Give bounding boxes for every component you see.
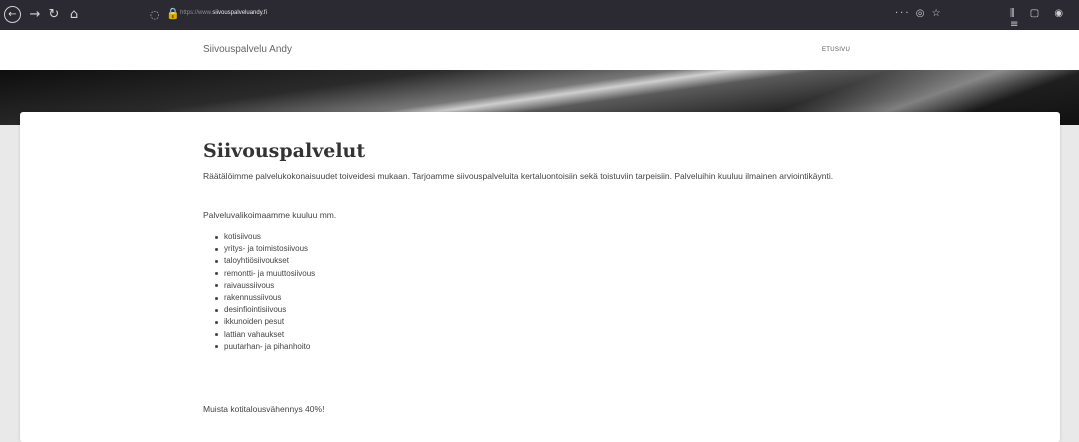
browser-toolbar: ← → ↻ ⌂ ◌ 🔒 https://www.siivouspalveluan… xyxy=(0,0,1079,30)
lock-icon[interactable]: 🔒 xyxy=(166,7,180,20)
site-header: Siivouspalvelu Andy ETUSIVU xyxy=(0,30,1079,70)
page-actions-icons[interactable]: ··· ◎ ☆ xyxy=(895,8,943,19)
list-item: kotisiivous xyxy=(215,231,315,243)
url-prefix: https://www. xyxy=(180,10,213,16)
list-item: remontti- ja muuttosiivous xyxy=(215,268,315,280)
home-icon[interactable]: ⌂ xyxy=(65,7,83,22)
services-lead: Palveluvalikoimaamme kuuluu mm. xyxy=(203,210,337,220)
list-item: puutarhan- ja pihanhoito xyxy=(215,341,315,353)
url-domain: siivouspalveluandy.fi xyxy=(212,10,267,16)
forward-arrow-icon[interactable]: → xyxy=(26,7,44,22)
list-item: rakennussiivous xyxy=(215,292,315,304)
intro-paragraph: Räätälöimme palvelukokonaisuudet toiveid… xyxy=(203,171,834,181)
list-item: yritys- ja toimistosiivous xyxy=(215,243,315,255)
services-list: kotisiivous yritys- ja toimistosiivous t… xyxy=(215,231,315,353)
site-brand[interactable]: Siivouspalvelu Andy xyxy=(203,44,292,55)
back-arrow-icon[interactable]: ← xyxy=(4,6,21,23)
list-item: ikkunoiden pesut xyxy=(215,316,315,328)
address-url[interactable]: https://www.siivouspalveluandy.fi xyxy=(180,10,267,16)
tax-deduction-note: Muista kotitalousvähennys 40%! xyxy=(203,404,325,414)
list-item: lattian vahaukset xyxy=(215,329,315,341)
page-title: Siivouspalvelut xyxy=(203,140,366,162)
list-item: raivaussiivous xyxy=(215,280,315,292)
list-item: desinfiointisiivous xyxy=(215,304,315,316)
nav-link-etusivu[interactable]: ETUSIVU xyxy=(822,47,850,53)
reload-icon[interactable]: ↻ xyxy=(45,7,63,22)
tracking-shield-icon[interactable]: ◌ xyxy=(150,8,160,21)
toolbar-menu-icons[interactable]: ⫼ ▢ ◉ ≡ xyxy=(1010,8,1079,30)
content-card xyxy=(20,112,1060,442)
list-item: taloyhtiösiivoukset xyxy=(215,255,315,267)
